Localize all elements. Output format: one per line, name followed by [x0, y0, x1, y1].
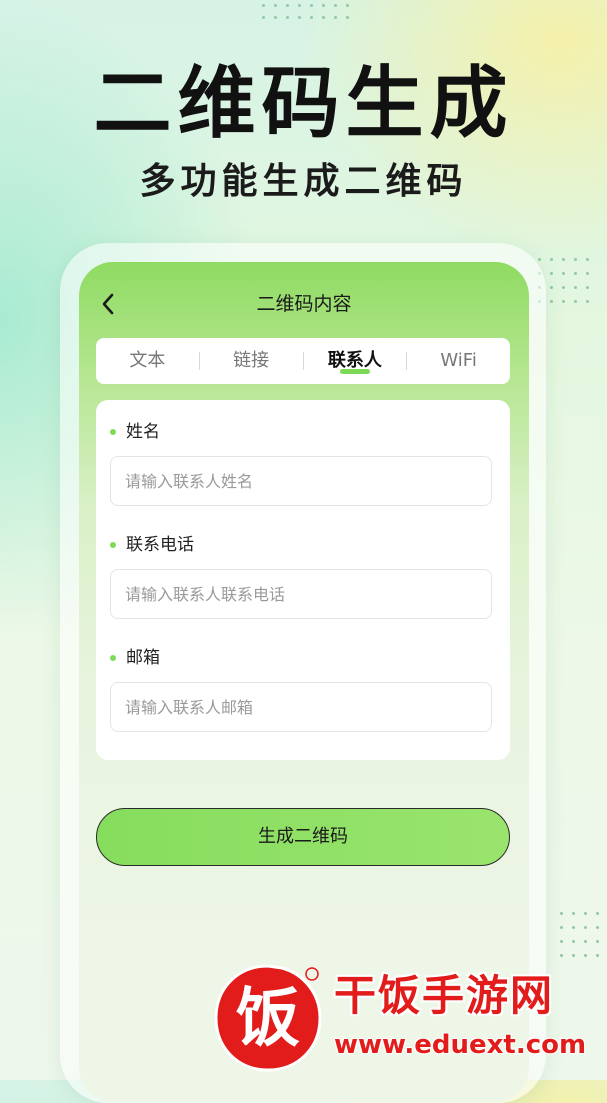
email-input[interactable]: [110, 682, 492, 732]
phone-field-label: 联系电话: [110, 533, 194, 557]
hero-subtitle: 多功能生成二维码: [139, 161, 468, 202]
email-label-text: 邮箱: [126, 648, 160, 668]
bullet-dot: [110, 655, 116, 661]
tab-bar: 文本 链接 联系人 WiFi: [96, 338, 510, 384]
generate-qr-button[interactable]: 生成二维码: [96, 808, 510, 866]
name-label-text: 姓名: [126, 422, 160, 442]
bullet-dot: [110, 542, 116, 548]
tab-label: WiFi: [440, 350, 477, 371]
contact-form-card: 姓名 联系电话 邮箱: [96, 400, 510, 760]
nav-title: 二维码内容: [256, 293, 352, 315]
phone-input[interactable]: [110, 569, 492, 619]
name-input[interactable]: [110, 456, 492, 506]
email-field-label: 邮箱: [110, 646, 160, 670]
hero-title: 二维码生成: [93, 59, 514, 149]
watermark-logo: 饭: [214, 964, 322, 1072]
tab-link[interactable]: 链接: [200, 338, 303, 384]
tab-text[interactable]: 文本: [96, 338, 199, 384]
watermark-brand: 干饭手游网: [334, 971, 555, 1020]
tab-label: 文本: [129, 350, 166, 371]
tab-label: 链接: [233, 350, 270, 371]
name-field-label: 姓名: [110, 420, 160, 444]
watermark-logo-char: 饭: [236, 982, 300, 1056]
tab-label: 联系人: [327, 350, 382, 371]
phone-label-text: 联系电话: [126, 535, 194, 555]
tab-wifi[interactable]: WiFi: [407, 338, 510, 384]
watermark-url: www.eduext.com: [334, 1030, 587, 1060]
tab-contact[interactable]: 联系人: [304, 338, 407, 384]
bullet-dot: [110, 429, 116, 435]
